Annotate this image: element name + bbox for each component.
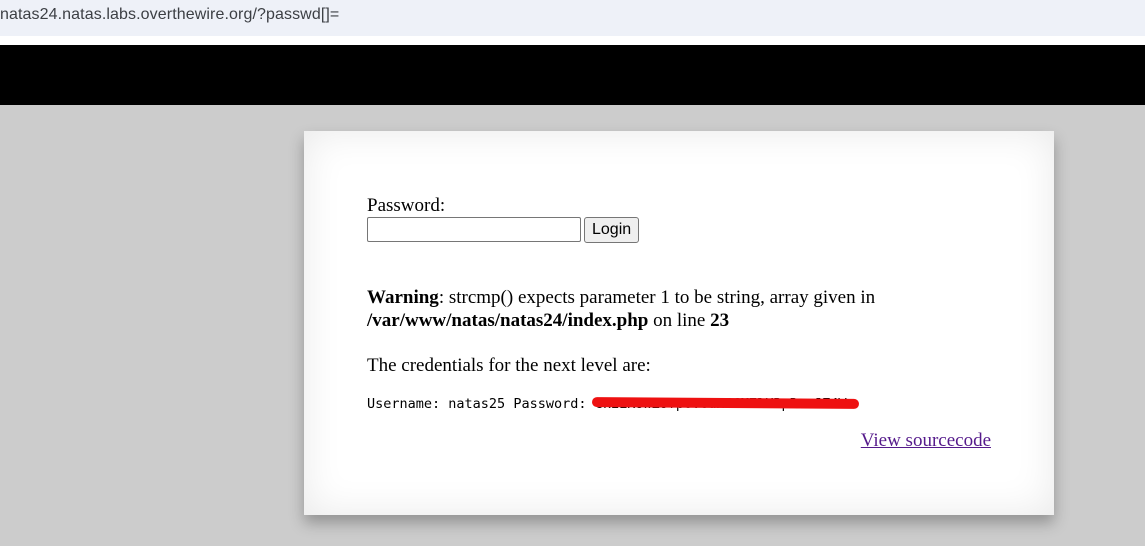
redaction-mark <box>591 397 859 409</box>
password-label: Password: <box>367 195 446 216</box>
password-value-redacted: ckELKUWZUfpOv6uxS6M7lXBpBssJZ4Ws <box>591 396 859 412</box>
password-input[interactable] <box>367 217 581 242</box>
toolbar-divider <box>0 36 1145 45</box>
login-button[interactable]: Login <box>584 217 640 243</box>
warning-file: /var/www/natas/natas24/index.php <box>367 310 649 331</box>
browser-address-bar[interactable]: natas24.natas.labs.overthewire.org/?pass… <box>0 0 1145 37</box>
warning-on-line: on line <box>648 310 711 331</box>
username-label: Username: <box>367 396 449 412</box>
warning-message: : strcmp() expects parameter 1 to be str… <box>438 287 876 308</box>
warning-line-number: 23 <box>710 310 730 331</box>
warning-prefix: Warning <box>367 287 439 308</box>
view-sourcecode-link[interactable]: View sourcecode <box>861 430 991 452</box>
password-label-inline: Password: <box>505 396 595 412</box>
username-value: natas25 <box>448 396 506 412</box>
url-text[interactable]: natas24.natas.labs.overthewire.org/?pass… <box>0 6 339 24</box>
credentials-line: Username: natas25 Password: ckELKUWZUfpO… <box>367 396 859 412</box>
credentials-intro: The credentials for the next level are: <box>367 355 651 376</box>
site-banner <box>0 45 1145 105</box>
php-warning: Warning: strcmp() expects parameter 1 to… <box>367 286 927 332</box>
content-panel: Password: Login Warning: strcmp() expect… <box>304 131 1054 515</box>
